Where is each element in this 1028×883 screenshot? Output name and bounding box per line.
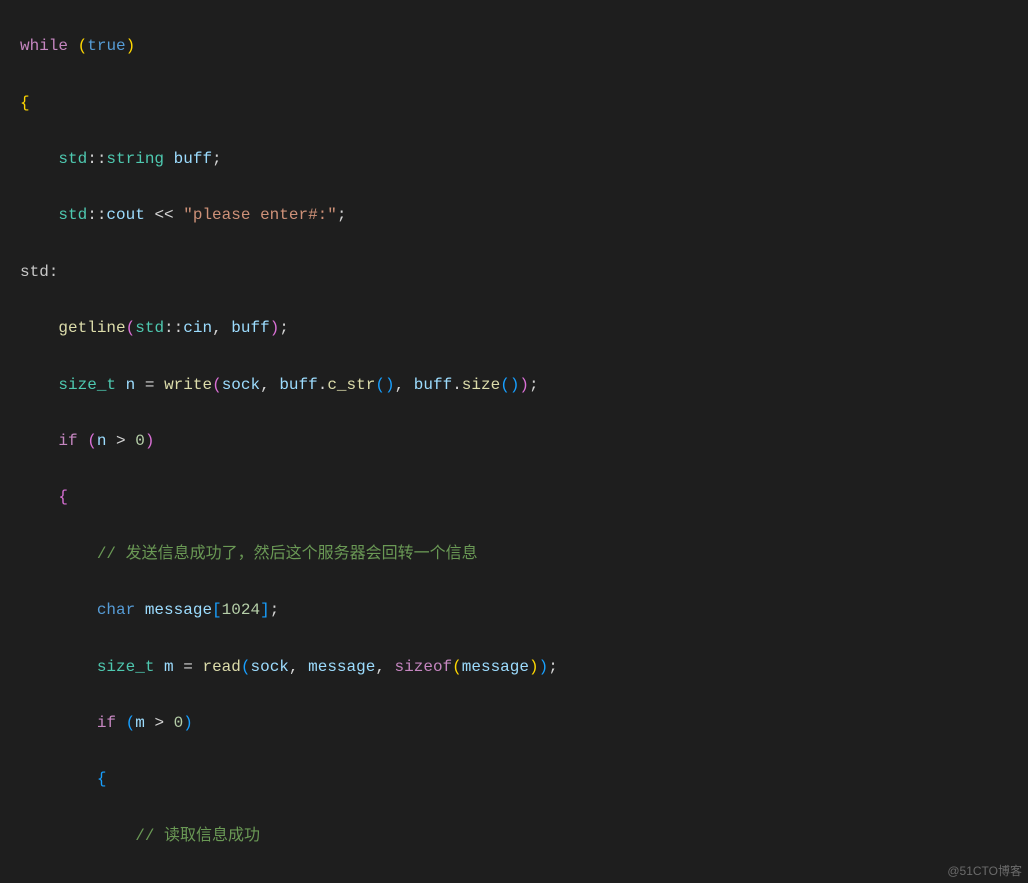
code-editor[interactable]: while (true) { std::string buff; std::co…: [0, 0, 1028, 883]
code-line: while (true): [0, 32, 1028, 60]
code-line: if (n > 0): [0, 427, 1028, 455]
code-line: // 读取信息成功: [0, 822, 1028, 850]
code-line: {: [0, 89, 1028, 117]
code-line: {: [0, 765, 1028, 793]
code-line: size_t m = read(sock, message, sizeof(me…: [0, 653, 1028, 681]
keyword-while: while: [20, 37, 68, 55]
code-line: // 发送信息成功了，然后这个服务器会回转一个信息: [0, 540, 1028, 568]
literal-true: true: [87, 37, 125, 55]
code-line: {: [0, 483, 1028, 511]
code-line: std::cout << "please enter#:";: [0, 201, 1028, 229]
code-line: if (m > 0): [0, 709, 1028, 737]
code-line: std:: [0, 258, 1028, 286]
code-line: std::string buff;: [0, 145, 1028, 173]
code-line: std::cout << "server echo:" << message <…: [0, 878, 1028, 883]
code-line: size_t n = write(sock, buff.c_str(), buf…: [0, 371, 1028, 399]
watermark: @51CTO博客: [947, 862, 1022, 879]
code-line: getline(std::cin, buff);: [0, 314, 1028, 342]
code-line: char message[1024];: [0, 596, 1028, 624]
